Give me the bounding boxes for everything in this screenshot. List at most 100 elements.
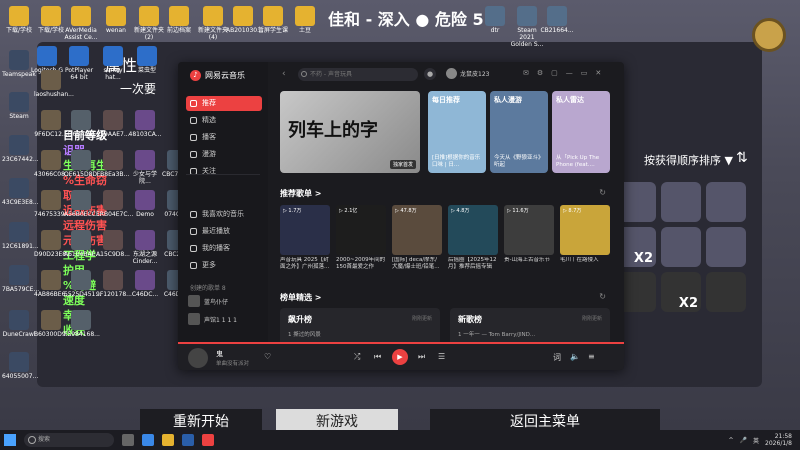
desktop-icon[interactable]: ERB04E7C...	[96, 190, 133, 218]
desktop-icon[interactable]: 土豆	[288, 6, 322, 34]
desktop-icon[interactable]: 43066C08...	[34, 150, 71, 178]
mini-mode-icon[interactable]: ▢	[551, 69, 558, 77]
item-slot[interactable]	[706, 272, 746, 312]
desktop-icon[interactable]: 9F120178...	[96, 270, 132, 298]
recommended-playlist[interactable]: ▷ 47.8万 [国际] deca/摩东/犬魔/爆士班/铅笔...	[392, 205, 442, 271]
album-art[interactable]	[188, 348, 208, 368]
desktop-icon[interactable]: CB21664...	[540, 6, 574, 34]
sidebar-playlist[interactable]: 蓝鸟仆仔	[188, 294, 264, 308]
feature-card[interactable]: 私人雷达 从「Pick Up The Phone (feat....	[552, 91, 610, 173]
language-indicator[interactable]: 英	[753, 436, 759, 445]
playlist-icon[interactable]: ☰	[438, 352, 445, 361]
clock[interactable]: 21:58 2026/1/8	[765, 433, 792, 447]
desktop-icon[interactable]: 5525D451...	[64, 270, 101, 298]
my-nav-item[interactable]: 我喜欢的音乐	[186, 207, 262, 222]
my-nav-item[interactable]: 我的播客	[186, 241, 262, 256]
heart-icon[interactable]: ♡	[264, 352, 271, 361]
minimize-icon[interactable]: —	[566, 69, 573, 77]
desktop-icon[interactable]: 12C61891...	[2, 222, 39, 250]
desktop-icon[interactable]: 下载/学校	[34, 6, 68, 34]
my-nav-item[interactable]: 更多	[186, 258, 262, 273]
recommended-playlist[interactable]: ▷ 2.1亿 2000~2009年间的150首最爱之作	[336, 205, 386, 271]
desktop-icon[interactable]: 23C67442...	[2, 135, 39, 163]
prev-icon[interactable]: ⏮	[374, 352, 381, 362]
desktop-icon[interactable]: 7BA579CE...	[2, 265, 39, 293]
desktop-icon[interactable]: FB8Ea3B...	[96, 150, 130, 178]
desktop-icon[interactable]: Teamspeak	[2, 50, 36, 78]
desktop-icon[interactable]: 新建文件夹 (2)	[132, 6, 166, 41]
user-menu[interactable]: 龙鼠皮123	[446, 68, 489, 79]
desktop-icon[interactable]: Steam	[2, 92, 36, 120]
hero-banner[interactable]: 列车上的字 独家首发	[280, 91, 420, 173]
desktop-icon[interactable]: A15C9D8...	[96, 230, 130, 258]
desktop-icon[interactable]: 9F6DC12...	[34, 110, 68, 138]
nav-item[interactable]: 漫游	[186, 147, 262, 162]
item-slot[interactable]	[706, 182, 746, 222]
desktop-icon[interactable]: laoshushan...	[34, 70, 74, 98]
desktop-icon[interactable]: 48103CA...	[128, 110, 162, 138]
desktop-icon[interactable]: 4AB86BE6...	[34, 270, 71, 298]
desktop-icon[interactable]: 74675339...	[34, 190, 70, 218]
back-icon[interactable]: ‹	[282, 69, 286, 79]
app-logo[interactable]: ♪ 网易云音乐	[190, 70, 245, 81]
next-icon[interactable]: ⏭	[418, 352, 425, 362]
item-slot[interactable]	[661, 182, 701, 222]
mic-tray-icon[interactable]: 🎤	[740, 437, 747, 444]
sort-toggle-icon[interactable]: ⇅	[736, 150, 748, 166]
feature-card[interactable]: 每日推荐 [日推]根据你的音乐口味 | 日...	[428, 91, 486, 173]
desktop-icon[interactable]: A6104BAE...	[64, 230, 101, 258]
desktop-icon[interactable]: C46DC...	[128, 270, 162, 298]
desktop-icon[interactable]: 菜虫型	[130, 46, 164, 74]
desktop-icon[interactable]: 东湖之源 Cinder...	[128, 230, 162, 265]
song-title[interactable]: 鬼	[216, 349, 223, 359]
item-slot[interactable]	[661, 227, 701, 267]
rank-section-title[interactable]: 榜单精选 >	[280, 292, 322, 303]
windows-start-icon[interactable]	[4, 434, 16, 446]
desktop-icon[interactable]: F5984168...	[64, 310, 100, 338]
desktop-icon[interactable]: AB201030...	[226, 6, 263, 34]
nav-item[interactable]: 推荐	[186, 96, 262, 111]
desktop-icon[interactable]: Steam 2021 Golden S...	[510, 6, 544, 48]
sidebar-playlist[interactable]: 声馆1 1 1 1	[188, 312, 264, 326]
recommended-playlist[interactable]: ▷ 4.8万 后摇圈【2025年12月】推荐后摇专辑	[448, 205, 498, 271]
search-input[interactable]: 不药 - 声音玩具	[298, 68, 418, 81]
desktop-icon[interactable]: 43C9E3E8...	[2, 178, 39, 206]
desktop-icon[interactable]: 64055007...	[2, 352, 38, 380]
chevron-up-icon[interactable]: ^	[729, 437, 734, 444]
steam-icon[interactable]	[182, 434, 194, 446]
desktop-icon[interactable]: Demo	[128, 190, 162, 218]
recommended-playlist[interactable]: ▷ 8.7万 毛川丨在路侵入	[560, 205, 610, 271]
nav-item[interactable]: 精选	[186, 113, 262, 128]
desktop-icon[interactable]: 少女与学院...	[128, 150, 162, 185]
nav-item[interactable]: 关注	[186, 164, 262, 179]
mic-icon[interactable]: ●	[424, 68, 436, 80]
nav-item[interactable]: 播客	[186, 130, 262, 145]
desktop-icon[interactable]: sentry hat...	[96, 46, 130, 81]
volume-icon[interactable]: 🔈	[570, 352, 580, 361]
desktop-icon[interactable]: 暂屏学生课	[256, 6, 290, 34]
desktop-icon[interactable]: dtr	[478, 6, 512, 34]
desktop-icon[interactable]: OE615D8D...	[64, 150, 103, 178]
maximize-icon[interactable]: ▭	[581, 69, 588, 77]
refresh-icon[interactable]: ↻	[599, 292, 606, 301]
desktop-icon[interactable]: B60300D9...	[34, 310, 71, 338]
desktop-icon[interactable]: 5D6B4AAE...	[64, 110, 102, 138]
my-nav-item[interactable]: 最近播放	[186, 224, 262, 239]
refresh-icon[interactable]: ↻	[599, 188, 606, 197]
task-view-icon[interactable]	[122, 434, 134, 446]
file-explorer-icon[interactable]	[162, 434, 174, 446]
item-slot[interactable]	[706, 227, 746, 267]
queue-icon[interactable]: ≡	[588, 352, 595, 361]
sort-dropdown[interactable]: 按获得顺序排序 ▼	[644, 152, 733, 168]
mail-icon[interactable]: ✉	[523, 69, 529, 77]
taskbar-search[interactable]: 搜索	[24, 433, 114, 447]
netease-music-icon[interactable]	[202, 434, 214, 446]
recommended-playlist[interactable]: ▷ 1.7万 声音玩具 2025【封面之外】广州孤落...	[280, 205, 330, 271]
recommended-playlist[interactable]: ▷ 11.6万 贵-山海上古音乐节	[504, 205, 554, 271]
desktop-icon[interactable]: D90D23E8...	[34, 230, 72, 258]
play-button[interactable]: ▶	[392, 349, 408, 365]
desktop-icon[interactable]: A56B0ECC...	[64, 190, 102, 218]
settings-icon[interactable]: ⚙	[537, 69, 543, 77]
item-slot[interactable]: X2	[661, 272, 701, 312]
feature-card[interactable]: 私人漫游 今天从《野狼亚斗》听起	[490, 91, 548, 173]
